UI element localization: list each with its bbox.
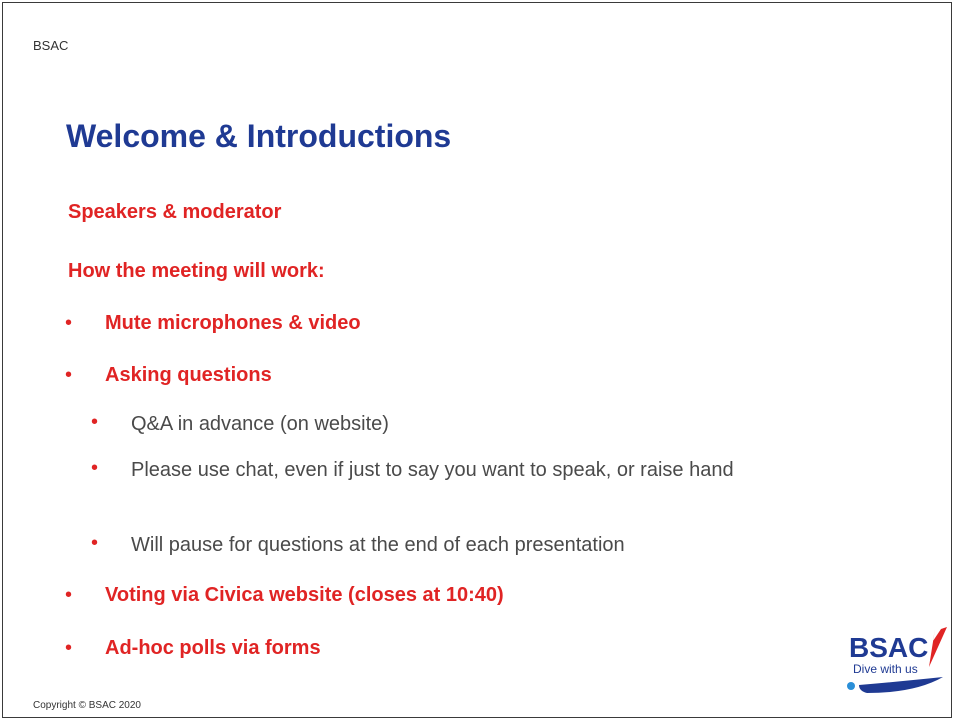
sub-bullet-item: • Please use chat, even if just to say y… [91, 457, 811, 483]
bullet-text: Ad-hoc polls via forms [105, 637, 321, 659]
logo-swoosh-icon [859, 677, 943, 693]
copyright-text: Copyright © BSAC 2020 [33, 700, 141, 711]
sub-bullet-text: Please use chat, even if just to say you… [131, 459, 734, 481]
sub-bullet-text: Q&A in advance (on website) [131, 413, 389, 435]
bullet-dot-icon: • [65, 584, 73, 606]
logo-wordmark: BSAC [849, 632, 928, 663]
logo-tagline: Dive with us [853, 662, 918, 676]
bullet-dot-icon: • [65, 637, 73, 659]
bullet-item: • Ad-hoc polls via forms [65, 637, 321, 660]
sub-bullet-item: • Q&A in advance (on website) [91, 411, 811, 437]
heading-meeting-work: How the meeting will work: [68, 260, 325, 282]
bullet-text: Voting via Civica website (closes at 10:… [105, 584, 504, 606]
bsac-logo: BSAC Dive with us [847, 627, 947, 693]
bullet-item: • Voting via Civica website (closes at 1… [65, 584, 504, 607]
bullet-item: • Asking questions [65, 364, 272, 387]
bullet-dot-icon: • [91, 532, 99, 554]
slide-title: Welcome & Introductions [66, 118, 452, 154]
bullet-text: Mute microphones & video [105, 312, 361, 334]
bullet-dot-icon: • [65, 312, 73, 334]
org-label: BSAC [33, 38, 69, 53]
bullet-text: Asking questions [105, 364, 272, 386]
bullet-item: • Mute microphones & video [65, 312, 361, 335]
heading-speakers: Speakers & moderator [68, 201, 282, 223]
bullet-dot-icon: • [91, 457, 99, 479]
sub-bullet-item: • Will pause for questions at the end of… [91, 532, 811, 558]
slide: BSAC Welcome & Introductions Speakers & … [2, 2, 952, 718]
bullet-dot-icon: • [91, 411, 99, 433]
sub-bullet-text: Will pause for questions at the end of e… [131, 534, 625, 556]
bullet-dot-icon: • [65, 364, 73, 386]
logo-bubble-icon [847, 682, 855, 690]
logo-flag-icon [929, 627, 947, 667]
